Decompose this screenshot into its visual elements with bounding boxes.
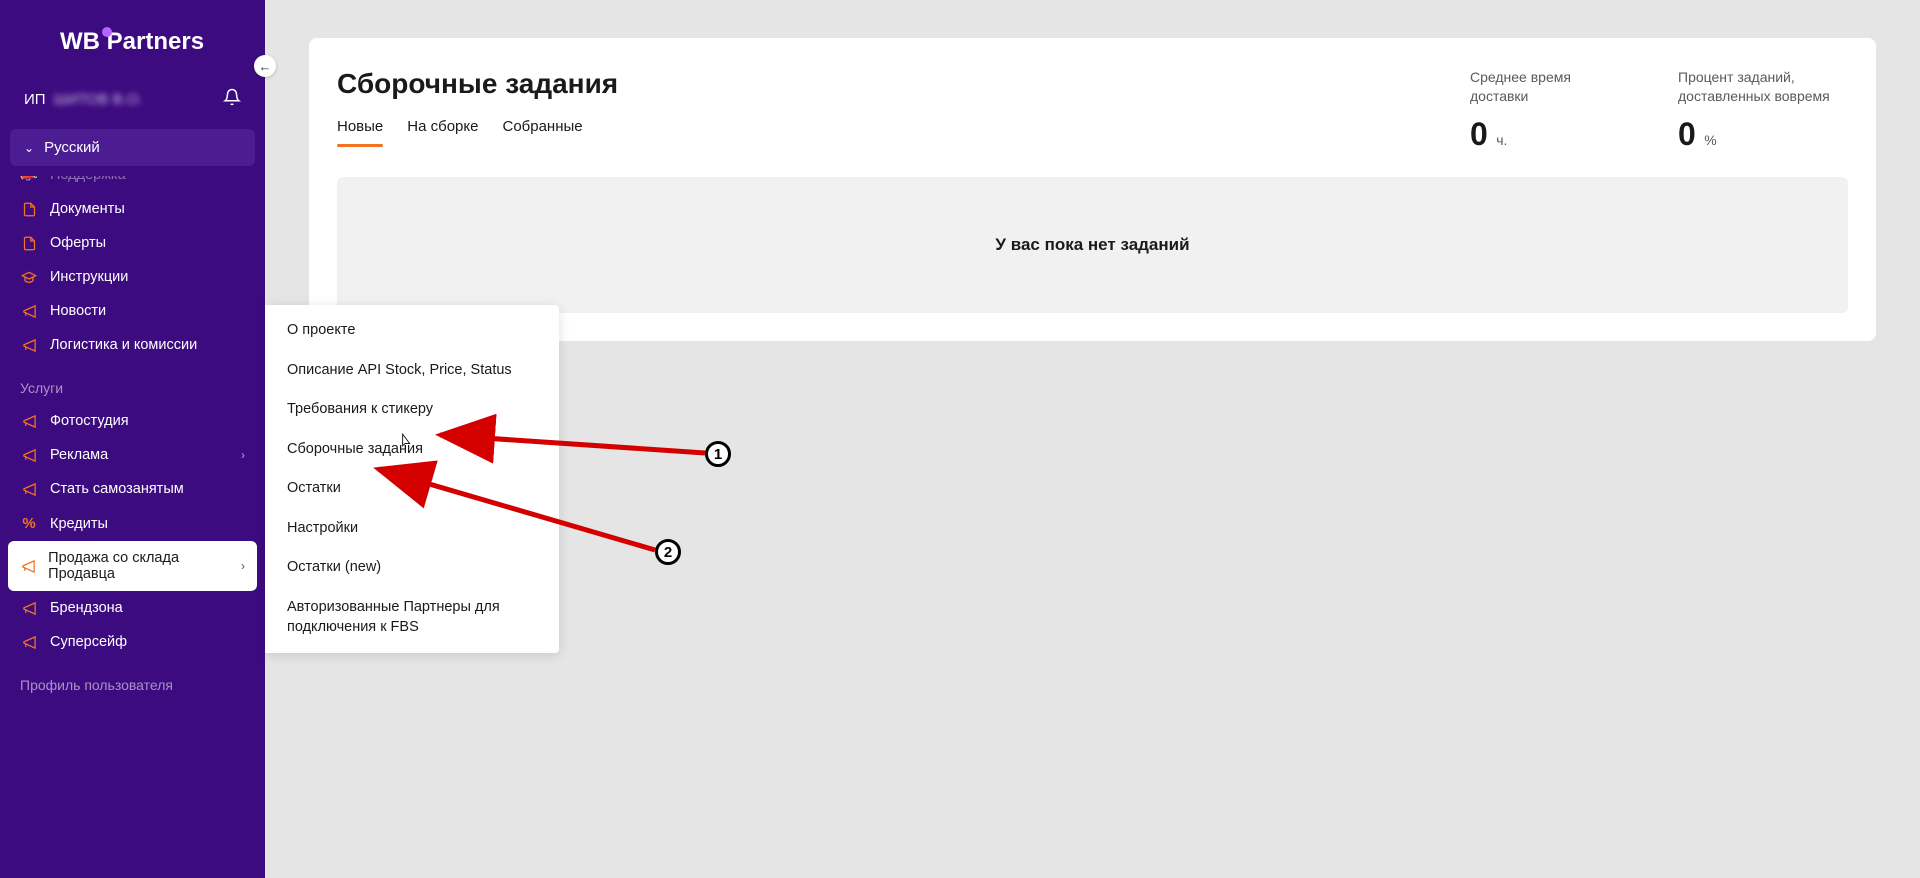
document-icon [20,202,38,217]
submenu-seller-warehouse: О проекте Описание API Stock, Price, Sta… [265,305,559,653]
document-icon [20,236,38,251]
megaphone-icon [20,482,38,497]
sidebar: WB Partners ИП ШИТОВ В.О. ⌄ Русский 📣 По… [0,0,265,878]
submenu-item-stock-new[interactable]: Остатки (new) [265,548,559,588]
chevron-down-icon: ⌄ [24,141,34,155]
stat-ontime-percent: Процент заданий, доставленных вовремя 0 … [1678,68,1838,153]
sidebar-item-advertising[interactable]: Реклама › [0,438,265,472]
section-label-services: Услуги [0,362,265,404]
sidebar-item-instructions[interactable]: Инструкции [0,260,265,294]
logo-dot-icon [102,27,112,37]
stat-avg-delivery: Среднее время доставки 0 ч. [1470,68,1630,153]
sidebar-collapse-button[interactable]: ← [254,55,276,77]
language-label: Русский [44,139,100,156]
megaphone-icon [20,635,38,650]
submenu-item-api-desc[interactable]: Описание API Stock, Price, Status [265,351,559,391]
tabs: Новые На сборке Собранные [337,118,1470,147]
submenu-item-settings[interactable]: Настройки [265,509,559,549]
logo: WB Partners [0,0,265,80]
megaphone-icon [20,338,38,353]
section-label-profile: Профиль пользователя [0,659,265,701]
megaphone-icon: 📣 [20,176,38,183]
sidebar-item-support[interactable]: 📣 Поддержка [0,176,265,192]
chevron-right-icon: › [241,448,245,462]
percent-icon: % [20,515,38,532]
chevron-right-icon: › [241,559,245,573]
submenu-item-fbs-partners[interactable]: Авторизованные Партнеры для подключения … [265,588,559,647]
megaphone-icon [20,304,38,319]
bell-icon[interactable] [223,88,241,111]
megaphone-icon [20,414,38,429]
sidebar-item-news[interactable]: Новости [0,294,265,328]
sidebar-item-self-employed[interactable]: Стать самозанятым [0,472,265,506]
graduation-icon [20,269,38,285]
language-selector[interactable]: ⌄ Русский [10,129,255,166]
sidebar-item-offers[interactable]: Оферты [0,226,265,260]
sidebar-item-seller-warehouse[interactable]: Продажа со склада Продавца › [8,541,257,591]
empty-state: У вас пока нет заданий [337,177,1848,313]
user-name: ИП ШИТОВ В.О. [24,91,143,108]
sidebar-item-photostudio[interactable]: Фотостудия [0,404,265,438]
nav-list: 📣 Поддержка Документы Оферты Инструкции [0,176,265,701]
card-header: Сборочные задания Новые На сборке Собран… [337,68,1848,153]
sidebar-item-logistics[interactable]: Логистика и комиссии [0,328,265,362]
sidebar-item-supersafe[interactable]: Суперсейф [0,625,265,659]
sidebar-item-brandzone[interactable]: Брендзона [0,591,265,625]
submenu-item-assembly-tasks[interactable]: Сборочные задания [265,430,559,470]
megaphone-icon [20,448,38,463]
tab-assembled[interactable]: Собранные [502,118,582,147]
submenu-item-sticker-req[interactable]: Требования к стикеру [265,390,559,430]
tab-new[interactable]: Новые [337,118,383,147]
sidebar-item-documents[interactable]: Документы [0,192,265,226]
megaphone-icon [20,559,36,574]
stats-block: Среднее время доставки 0 ч. Процент зада… [1470,68,1848,153]
content-card: Сборочные задания Новые На сборке Собран… [309,38,1876,341]
sidebar-item-credits[interactable]: % Кредиты [0,506,265,541]
arrow-left-icon: ← [259,59,272,74]
page-title: Сборочные задания [337,68,1470,100]
submenu-item-about[interactable]: О проекте [265,311,559,351]
submenu-item-stock[interactable]: Остатки [265,469,559,509]
logo-text: WB Partners [60,28,204,56]
tab-assembling[interactable]: На сборке [407,118,478,147]
megaphone-icon [20,601,38,616]
user-row[interactable]: ИП ШИТОВ В.О. [0,80,265,119]
